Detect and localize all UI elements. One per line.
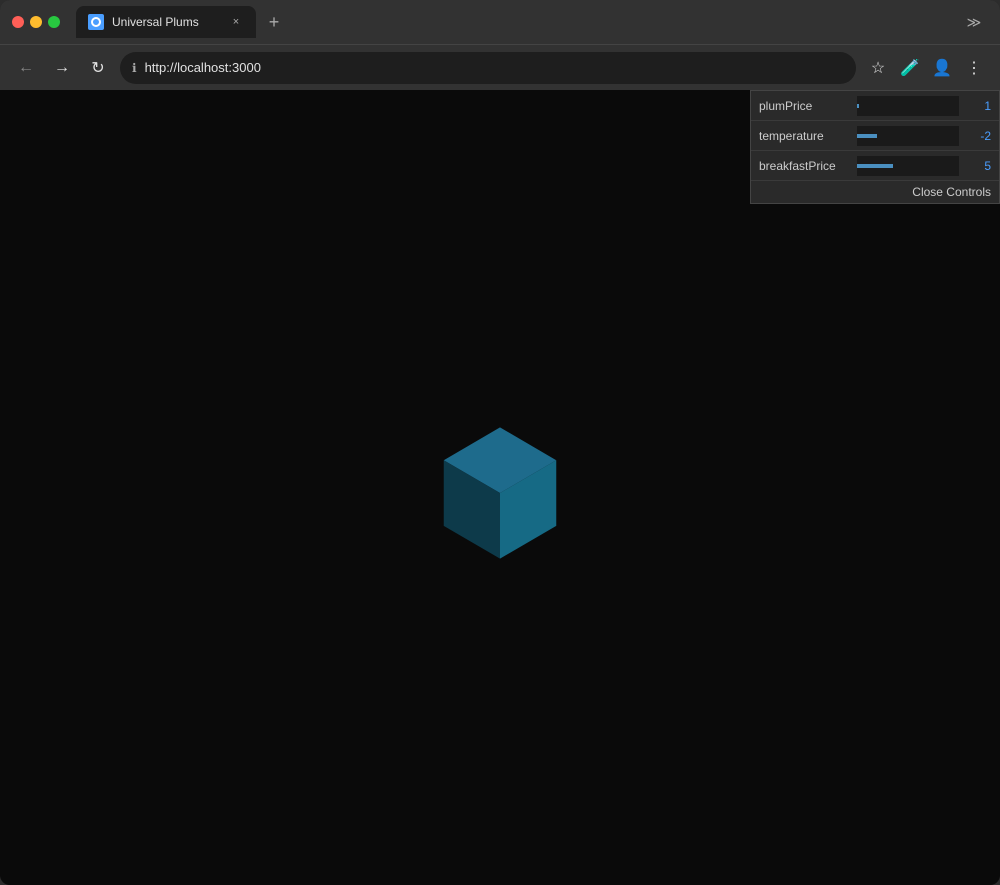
temperature-track	[857, 134, 877, 138]
url-display: http://localhost:3000	[145, 60, 844, 75]
cube-container	[430, 418, 570, 558]
plumPrice-label: plumPrice	[759, 99, 849, 113]
info-icon: ℹ	[132, 61, 137, 75]
close-button[interactable]	[12, 16, 24, 28]
new-tab-button[interactable]: +	[260, 8, 288, 36]
temperature-value: -2	[967, 129, 991, 143]
active-tab[interactable]: Universal Plums ×	[76, 6, 256, 38]
tab-close-button[interactable]: ×	[228, 14, 244, 30]
breakfastPrice-label: breakfastPrice	[759, 159, 849, 173]
reload-button[interactable]: ↻	[84, 54, 112, 82]
controls-panel: plumPrice 1 temperature -2 breakfastPric…	[750, 90, 1000, 204]
breakfastPrice-slider[interactable]	[857, 156, 959, 176]
plumPrice-value: 1	[967, 99, 991, 113]
extensions-button[interactable]: 🧪	[896, 54, 924, 82]
control-row-breakfastPrice: breakfastPrice 5	[751, 151, 999, 181]
title-bar: Universal Plums × + ≫	[0, 0, 1000, 44]
control-row-plumPrice: plumPrice 1	[751, 91, 999, 121]
tab-favicon	[88, 14, 104, 30]
traffic-lights	[12, 16, 60, 28]
tab-bar: Universal Plums × + ≫	[76, 6, 988, 38]
breakfastPrice-value: 5	[967, 159, 991, 173]
cube-svg	[430, 418, 570, 568]
back-button[interactable]: ←	[12, 54, 40, 82]
breakfastPrice-track	[857, 164, 893, 168]
address-bar[interactable]: ℹ http://localhost:3000	[120, 52, 856, 84]
temperature-slider[interactable]	[857, 126, 959, 146]
nav-actions: ☆ 🧪 👤 ⋮	[864, 54, 988, 82]
maximize-button[interactable]	[48, 16, 60, 28]
bookmark-button[interactable]: ☆	[864, 54, 892, 82]
temperature-label: temperature	[759, 129, 849, 143]
tab-title: Universal Plums	[112, 15, 220, 29]
forward-button[interactable]: →	[48, 54, 76, 82]
content-area: plumPrice 1 temperature -2 breakfastPric…	[0, 90, 1000, 885]
profile-button[interactable]: 👤	[928, 54, 956, 82]
nav-bar: ← → ↻ ℹ http://localhost:3000 ☆ 🧪 👤 ⋮	[0, 44, 1000, 90]
menu-button[interactable]: ⋮	[960, 54, 988, 82]
more-button[interactable]: ≫	[960, 8, 988, 36]
favicon-icon	[91, 17, 101, 27]
close-controls-button[interactable]: Close Controls	[751, 181, 999, 203]
minimize-button[interactable]	[30, 16, 42, 28]
window-controls-right: ≫	[960, 8, 988, 36]
control-row-temperature: temperature -2	[751, 121, 999, 151]
plumPrice-slider[interactable]	[857, 96, 959, 116]
plumPrice-track	[857, 104, 859, 108]
browser-window: Universal Plums × + ≫ ← → ↻ ℹ http://loc…	[0, 0, 1000, 885]
